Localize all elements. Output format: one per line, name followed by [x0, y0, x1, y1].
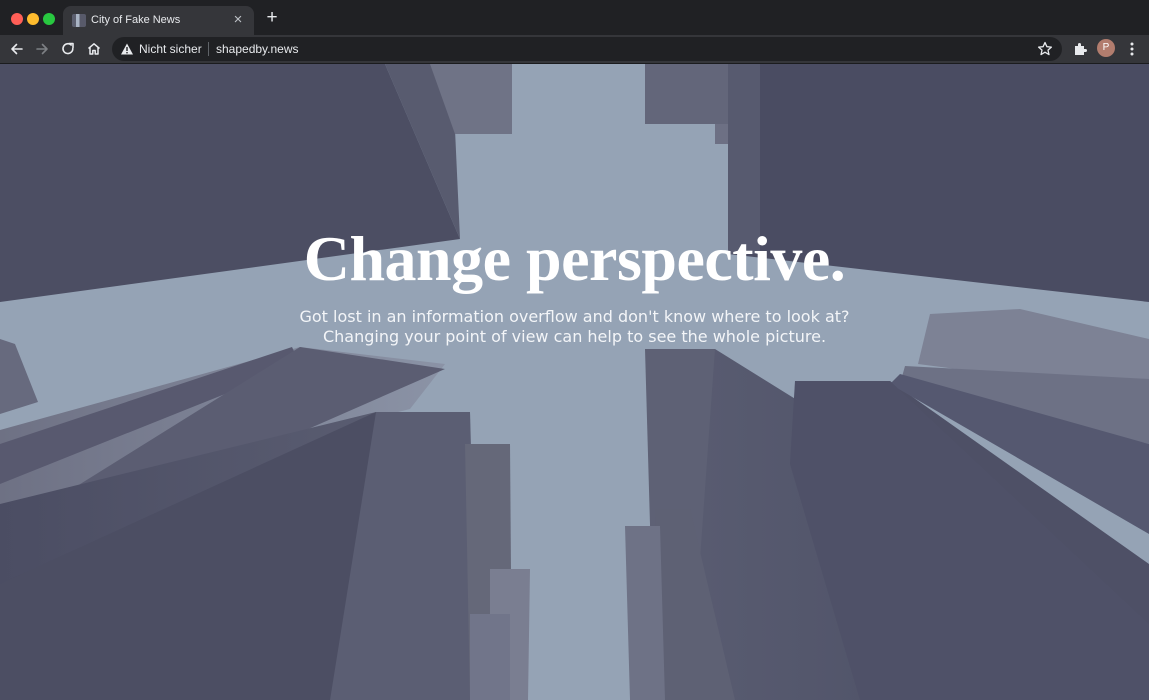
window-maximize-button[interactable]: [43, 13, 55, 25]
more-menu-icon[interactable]: [1122, 39, 1142, 59]
hero-headline: Change perspective.: [303, 223, 846, 294]
tab-title: City of Fake News: [91, 14, 181, 26]
warning-icon[interactable]: [120, 42, 134, 56]
url-text[interactable]: shapedby.news: [216, 42, 299, 56]
hero-subline-line-1: Got lost in an information overflow and …: [299, 307, 850, 326]
forward-arrow-icon[interactable]: [32, 39, 52, 59]
reload-icon[interactable]: [58, 39, 78, 59]
hero-subline: Got lost in an information overflow and …: [0, 307, 1149, 347]
tab-city-of-fake-news[interactable]: City of Fake News ×: [63, 6, 254, 35]
city-favicon-icon: [72, 14, 86, 27]
browser-window: City of Fake News × + Nicht sicher shape…: [0, 0, 1149, 700]
tab-strip: City of Fake News × +: [0, 0, 1149, 35]
window-close-button[interactable]: [11, 13, 23, 25]
browser-toolbar: Nicht sicher shapedby.news P: [0, 35, 1149, 64]
extensions-puzzle-icon[interactable]: [1070, 39, 1090, 59]
address-divider: [208, 42, 209, 56]
city-skyline-illustration: [0, 64, 1149, 700]
page-content: Change perspective. Got lost in an infor…: [0, 64, 1149, 700]
new-tab-button[interactable]: +: [262, 8, 282, 28]
hero-subline-line-2: Changing your point of view can help to …: [322, 327, 827, 346]
tab-close-icon[interactable]: ×: [230, 12, 246, 28]
back-arrow-icon[interactable]: [7, 39, 27, 59]
window-minimize-button[interactable]: [27, 13, 39, 25]
bookmark-star-icon[interactable]: [1036, 40, 1054, 58]
address-bar[interactable]: Nicht sicher shapedby.news: [112, 37, 1062, 61]
profile-avatar[interactable]: P: [1097, 39, 1115, 57]
security-status[interactable]: Nicht sicher: [139, 42, 202, 56]
home-icon[interactable]: [84, 39, 104, 59]
